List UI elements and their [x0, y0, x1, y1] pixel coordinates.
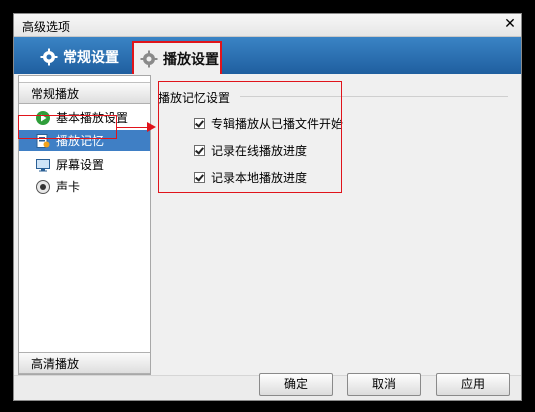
option-label: 记录在线播放进度: [211, 143, 308, 158]
gear-icon: [40, 48, 58, 66]
ok-button[interactable]: 确定: [259, 373, 333, 396]
checkbox-checked-icon[interactable]: [194, 144, 205, 156]
tab-playback-label: 播放设置: [163, 51, 219, 68]
sidebar-item-playback-memory[interactable]: 播放记忆: [19, 130, 150, 151]
group-title-playback-memory: 播放记忆设置: [158, 91, 231, 105]
option-record-local-progress[interactable]: 记录本地播放进度: [194, 169, 307, 185]
sidebar-group-hd-playback[interactable]: 高清播放: [19, 352, 150, 374]
gear-icon: [140, 50, 158, 67]
cancel-button[interactable]: 取消: [347, 373, 421, 396]
dialog-window: 高级选项 ✕ 常规设置 播放设置 常规播放 基本播放设置 播放记忆 屏幕设置 声…: [13, 13, 522, 401]
settings-sidebar: 常规播放 基本播放设置 播放记忆 屏幕设置 声卡 高清播放: [18, 75, 151, 375]
tab-playback-settings[interactable]: 播放设置: [132, 41, 222, 74]
checkbox-checked-icon[interactable]: [194, 171, 205, 183]
apply-button[interactable]: 应用: [436, 373, 510, 396]
tab-general-settings[interactable]: 常规设置: [34, 42, 132, 72]
speaker-icon: [36, 179, 50, 194]
sidebar-item-screen-settings[interactable]: 屏幕设置: [19, 154, 150, 175]
sidebar-item-sound-card[interactable]: 声卡: [19, 176, 150, 197]
option-label: 专辑播放从已播文件开始: [211, 116, 344, 131]
tab-bar: 常规设置 播放设置: [14, 37, 521, 74]
option-record-online-progress[interactable]: 记录在线播放进度: [194, 142, 307, 158]
tab-general-label: 常规设置: [63, 50, 119, 66]
sidebar-item-label: 基本播放设置: [56, 111, 129, 125]
group-divider: [240, 96, 508, 97]
option-label: 记录本地播放进度: [211, 170, 308, 185]
sidebar-item-label: 屏幕设置: [56, 158, 105, 172]
monitor-icon: [36, 158, 50, 171]
sidebar-item-label: 声卡: [56, 180, 81, 194]
sidebar-item-label: 播放记忆: [56, 134, 105, 148]
annotation-arrow-icon: [147, 122, 156, 132]
sidebar-item-basic-playback[interactable]: 基本播放设置: [19, 107, 150, 128]
option-album-resume[interactable]: 专辑播放从已播文件开始: [194, 115, 343, 131]
play-circle-icon: [36, 110, 50, 125]
sidebar-group-normal-playback[interactable]: 常规播放: [19, 82, 150, 104]
window-title: 高级选项: [22, 20, 71, 34]
title-bar: 高级选项 ✕: [14, 14, 521, 37]
close-icon[interactable]: ✕: [501, 16, 519, 33]
annotation-arrow-line: [117, 127, 149, 128]
memory-icon: [36, 133, 50, 148]
checkbox-checked-icon[interactable]: [194, 117, 205, 129]
